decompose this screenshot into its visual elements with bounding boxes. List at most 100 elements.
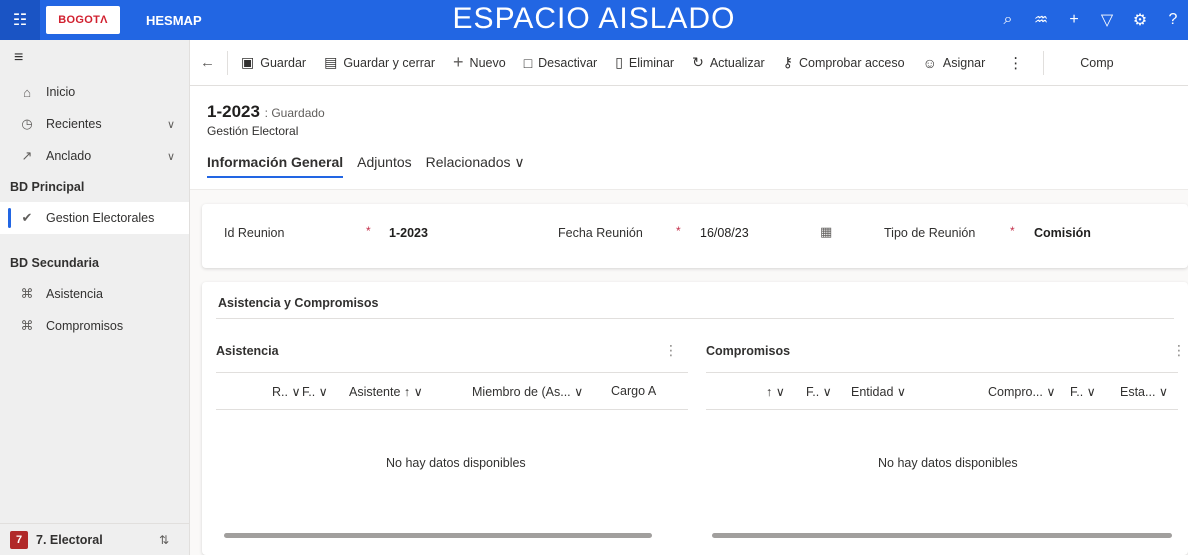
new-label: Nuevo bbox=[469, 55, 506, 70]
more-options-icon[interactable]: ⋮ bbox=[1172, 342, 1186, 359]
search-icon[interactable]: ⌕ bbox=[993, 11, 1023, 29]
area-badge: 7 bbox=[10, 530, 28, 549]
command-bar: ← ▣ Guardar ▤ Guardar y cerrar + Nuevo □ Des… bbox=[190, 40, 1188, 86]
puzzle-icon: ⌘ bbox=[20, 286, 34, 301]
deactivate-label: Desactivar bbox=[538, 55, 598, 70]
save-close-icon: ▤ bbox=[324, 54, 338, 70]
record-entity: Gestión Electoral bbox=[207, 124, 299, 138]
top-header: ☷ BOGOTΛ HESMAP ESPACIO AISLADO ⌕ ♒ + ▽ … bbox=[0, 0, 1188, 40]
column-header[interactable]: F.. ∨ bbox=[1070, 384, 1096, 399]
record-id: 1-2023 bbox=[207, 102, 260, 121]
save-close-label: Guardar y cerrar bbox=[343, 55, 436, 70]
more-commands-icon[interactable]: ⋮ bbox=[994, 40, 1037, 85]
new-button[interactable]: + Nuevo bbox=[444, 40, 515, 85]
chevron-down-icon[interactable]: ∨ bbox=[167, 150, 175, 163]
divider bbox=[1043, 50, 1045, 75]
nav-item-recientes[interactable]: ◷ Recientes ∨ bbox=[0, 108, 189, 140]
nav-label: Inicio bbox=[46, 85, 76, 99]
logo-text: BOGOTΛ bbox=[58, 14, 108, 26]
record-status: : Guardado bbox=[264, 106, 325, 120]
deactivate-button[interactable]: □ Desactivar bbox=[515, 40, 607, 85]
bogota-logo: BOGOTΛ bbox=[46, 6, 120, 34]
refresh-label: Actualizar bbox=[709, 55, 765, 70]
chevron-down-icon[interactable]: ∨ bbox=[167, 118, 175, 131]
deactivate-icon: □ bbox=[523, 54, 533, 71]
assign-person-icon: ☺ bbox=[922, 54, 937, 71]
trash-icon: ▯ bbox=[615, 54, 623, 70]
save-close-button[interactable]: ▤ Guardar y cerrar bbox=[315, 40, 444, 85]
assign-label: Asignar bbox=[942, 55, 986, 70]
asistencia-compromisos-section: Asistencia y Compromisos Asistencia ⋮ R.… bbox=[202, 282, 1188, 555]
nav-item-anclado[interactable]: ↗ Anclado ∨ bbox=[0, 140, 189, 172]
home-icon: ⌂ bbox=[23, 84, 31, 100]
column-header[interactable]: R.. ∨ bbox=[272, 384, 301, 399]
refresh-button[interactable]: ↻ Actualizar bbox=[683, 40, 774, 85]
asistencia-empty-message: No hay datos disponibles bbox=[386, 456, 526, 470]
required-mark: * bbox=[676, 224, 681, 238]
pin-icon: ↗ bbox=[21, 148, 33, 163]
fecha-reunion-value[interactable]: 16/08/23 bbox=[700, 226, 749, 240]
gear-icon[interactable]: ⚙ bbox=[1125, 10, 1155, 30]
nav-item-gestion-electorales[interactable]: ✔ Gestion Electorales bbox=[0, 202, 189, 234]
key-icon: ⚷ bbox=[782, 54, 793, 70]
app-launcher-icon[interactable]: ☷ bbox=[0, 0, 40, 40]
nav-item-inicio[interactable]: ⌂ Inicio bbox=[0, 76, 189, 108]
nav-item-asistencia[interactable]: ⌘ Asistencia bbox=[0, 278, 189, 310]
sitemap-nav: ≡ ⌂ Inicio ◷ Recientes ∨ ↗ Anclado ∨ BD … bbox=[0, 40, 190, 555]
calendar-icon[interactable]: ▦ bbox=[820, 224, 832, 240]
save-label: Guardar bbox=[260, 55, 307, 70]
assign-button[interactable]: ☺ Asignar bbox=[914, 40, 995, 85]
more-options-icon[interactable]: ⋮ bbox=[664, 342, 678, 359]
column-header[interactable]: F.. ∨ bbox=[806, 384, 832, 399]
filter-icon[interactable]: ▽ bbox=[1092, 10, 1122, 30]
column-header[interactable]: Compro... ∨ bbox=[988, 384, 1056, 399]
check-circle-icon: ✔ bbox=[21, 210, 33, 225]
save-button[interactable]: ▣ Guardar bbox=[232, 40, 315, 85]
area-switcher[interactable]: 7 7. Electoral ⇅ bbox=[0, 523, 189, 555]
column-header[interactable]: ↑ ∨ bbox=[766, 384, 785, 399]
column-header[interactable]: Esta... ∨ bbox=[1120, 384, 1168, 399]
compromisos-horizontal-scrollbar[interactable] bbox=[712, 533, 1172, 538]
column-header[interactable]: Miembro de (As... ∨ bbox=[472, 384, 583, 399]
divider bbox=[216, 318, 1174, 319]
column-header[interactable]: Entidad ∨ bbox=[851, 384, 906, 399]
column-header[interactable]: F.. ∨ bbox=[302, 384, 328, 399]
column-header[interactable]: Cargo A bbox=[611, 384, 656, 398]
tab-relacionados[interactable]: Relacionados ∨ bbox=[426, 154, 525, 178]
form-body: Id Reunion * 1-2023 Fecha Reunión * 16/0… bbox=[190, 190, 1188, 555]
overflow-command[interactable]: Comp bbox=[1050, 40, 1122, 85]
app-name[interactable]: HESMAP bbox=[146, 13, 202, 28]
help-icon[interactable]: ? bbox=[1158, 11, 1188, 29]
delete-button[interactable]: ▯ Eliminar bbox=[606, 40, 683, 85]
form-header: 1-2023 : Guardado Gestión Electoral Info… bbox=[190, 86, 1188, 190]
save-icon: ▣ bbox=[241, 54, 255, 70]
asistencia-horizontal-scrollbar[interactable] bbox=[224, 533, 652, 538]
nav-label: Gestion Electorales bbox=[46, 211, 155, 225]
hamburger-menu-icon[interactable]: ≡ bbox=[0, 40, 189, 76]
fecha-reunion-label: Fecha Reunión bbox=[558, 226, 643, 240]
id-reunion-value[interactable]: 1-2023 bbox=[389, 226, 428, 240]
puzzle-icon: ⌘ bbox=[20, 318, 34, 333]
nav-label: Asistencia bbox=[46, 287, 103, 301]
tab-adjuntos[interactable]: Adjuntos bbox=[357, 154, 411, 178]
back-button[interactable]: ← bbox=[190, 50, 228, 75]
required-mark: * bbox=[366, 224, 371, 238]
section-title: Asistencia y Compromisos bbox=[218, 296, 379, 310]
tab-informacion-general[interactable]: Información General bbox=[207, 154, 344, 178]
compromisos-grid-header: ↑ ∨ F.. ∨ Entidad ∨ Compro... ∨ F.. ∨ Es… bbox=[706, 372, 1178, 410]
lightbulb-icon[interactable]: ♒ bbox=[1026, 10, 1056, 30]
plus-icon[interactable]: + bbox=[1059, 11, 1089, 29]
nav-section-secundaria: BD Secundaria bbox=[10, 256, 99, 270]
nav-item-compromisos[interactable]: ⌘ Compromisos bbox=[0, 310, 189, 342]
column-header[interactable]: Asistente ↑ ∨ bbox=[349, 384, 423, 399]
tipo-reunion-value[interactable]: Comisión bbox=[1034, 226, 1091, 240]
overflow-label: Comp bbox=[1080, 55, 1114, 70]
nav-label: Compromisos bbox=[46, 319, 124, 333]
chevron-updown-icon[interactable]: ⇅ bbox=[159, 533, 169, 547]
asistencia-grid-header: R.. ∨ F.. ∨ Asistente ↑ ∨ Miembro de (As… bbox=[216, 372, 688, 410]
nav-label: Anclado bbox=[46, 149, 92, 163]
general-fields-card: Id Reunion * 1-2023 Fecha Reunión * 16/0… bbox=[202, 204, 1188, 268]
delete-label: Eliminar bbox=[628, 55, 675, 70]
compromisos-empty-message: No hay datos disponibles bbox=[878, 456, 1018, 470]
check-access-button[interactable]: ⚷ Comprobar acceso bbox=[774, 40, 914, 85]
